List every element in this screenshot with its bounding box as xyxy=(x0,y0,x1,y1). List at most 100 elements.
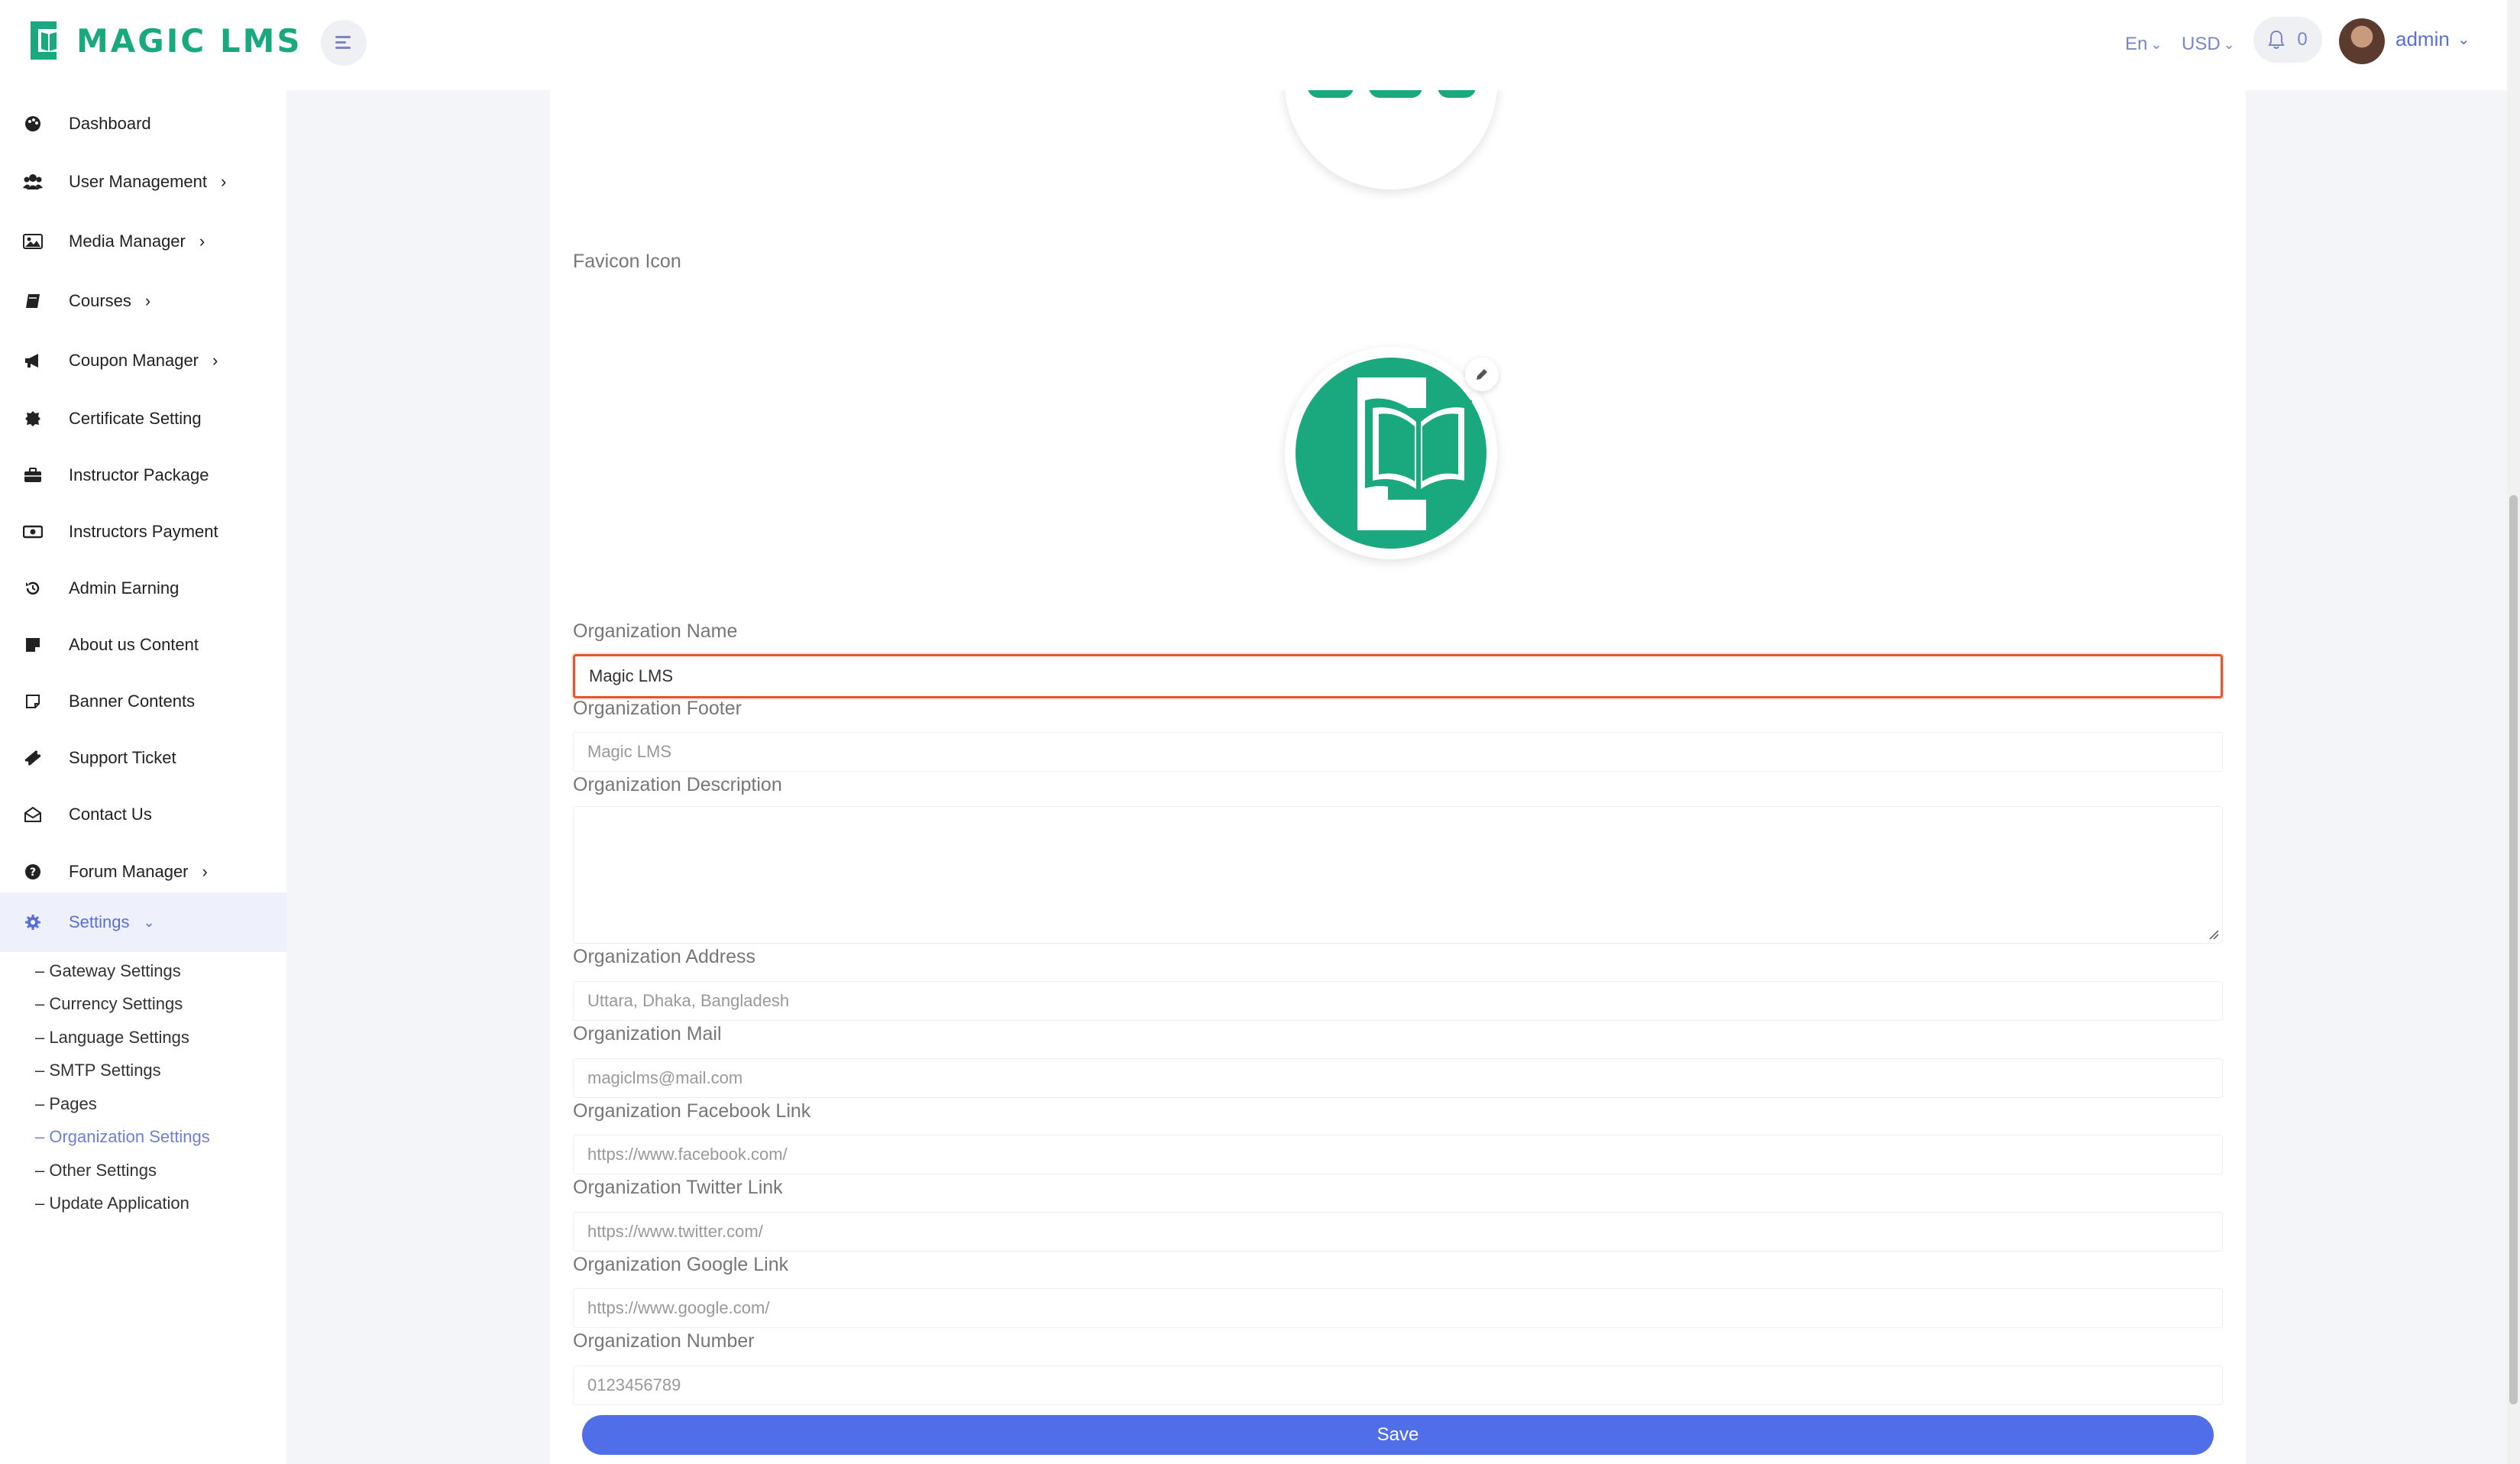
sidebar-item-label: User Management xyxy=(69,172,207,191)
sidebar-item-forum-manager[interactable]: ? Forum Manager › xyxy=(0,845,286,899)
org-footer-label: Organization Footer xyxy=(573,698,742,719)
top-header: MAGIC LMS En ⌄ USD ⌄ 0 admin ⌄ xyxy=(0,0,2507,90)
org-address-input[interactable]: Uttara, Dhaka, Bangladesh xyxy=(573,981,2223,1021)
history-icon xyxy=(23,578,43,598)
org-footer-input[interactable]: Magic LMS xyxy=(573,732,2223,772)
pencil-icon xyxy=(1477,369,1487,380)
sidebar-item-label: About us Content xyxy=(69,635,199,654)
resize-handle-icon[interactable] xyxy=(2208,929,2219,940)
chevron-down-icon: ⌄ xyxy=(2223,36,2235,52)
sidebar-item-banner-contents[interactable]: Banner Contents xyxy=(0,675,286,728)
sidebar-item-admin-earning[interactable]: Admin Earning xyxy=(0,562,286,615)
certificate-icon xyxy=(23,409,43,429)
money-icon xyxy=(23,522,43,542)
gear-icon xyxy=(23,912,43,932)
edit-favicon-button[interactable] xyxy=(1465,358,1499,391)
chevron-right-icon: › xyxy=(212,351,218,370)
notification-button[interactable]: 0 xyxy=(2253,17,2322,63)
submenu-update-application[interactable]: – Update Application xyxy=(35,1194,189,1213)
org-mail-input[interactable]: magiclms@mail.com xyxy=(573,1058,2223,1098)
bell-icon xyxy=(2268,30,2285,49)
currency-value: USD xyxy=(2182,34,2221,54)
ticket-icon xyxy=(23,748,43,768)
submenu-gateway-settings[interactable]: – Gateway Settings xyxy=(35,961,181,981)
sidebar-item-instructors-payment[interactable]: Instructors Payment xyxy=(0,505,286,559)
sidebar-item-label: Courses xyxy=(69,291,131,310)
logo-text: MAGIC LMS xyxy=(76,21,302,60)
org-google-label: Organization Google Link xyxy=(573,1254,789,1275)
sidebar-item-support-ticket[interactable]: Support Ticket xyxy=(0,731,286,785)
svg-text:?: ? xyxy=(30,866,36,879)
chevron-down-icon: ⌄ xyxy=(2457,31,2470,48)
sidebar-item-dashboard[interactable]: Dashboard xyxy=(0,97,286,151)
image-icon xyxy=(23,232,43,251)
submenu-organization-settings[interactable]: – Organization Settings xyxy=(35,1127,210,1147)
sidebar-item-label: Settings xyxy=(69,912,130,931)
sidebar-item-instructor-package[interactable]: Instructor Package xyxy=(0,449,286,502)
submenu-pages[interactable]: – Pages xyxy=(35,1094,97,1114)
chevron-right-icon: › xyxy=(202,862,208,881)
currency-select[interactable]: USD ⌄ xyxy=(2182,34,2235,55)
sidebar-item-label: Contact Us xyxy=(69,805,152,824)
language-value: En xyxy=(2125,34,2148,54)
app-logo[interactable]: MAGIC LMS xyxy=(26,17,302,64)
sidebar-item-label: Certificate Setting xyxy=(69,409,202,428)
chevron-right-icon: › xyxy=(144,291,151,310)
palette-icon xyxy=(23,114,43,134)
sidebar-item-label: Banner Contents xyxy=(69,692,196,711)
user-menu[interactable]: admin ⌄ xyxy=(2395,28,2470,51)
submenu-currency-settings[interactable]: – Currency Settings xyxy=(35,994,183,1014)
org-description-textarea[interactable] xyxy=(573,806,2223,944)
sidebar-item-contact-us[interactable]: Contact Us xyxy=(0,788,286,841)
sidebar-toggle-button[interactable] xyxy=(321,20,367,66)
sidebar-item-label: Instructor Package xyxy=(69,465,209,484)
submenu-other-settings[interactable]: – Other Settings xyxy=(35,1161,157,1181)
org-facebook-label: Organization Facebook Link xyxy=(573,1100,811,1122)
envelope-open-icon xyxy=(23,805,43,824)
megaphone-icon xyxy=(23,351,43,371)
question-circle-icon: ? xyxy=(23,862,43,882)
submenu-smtp-settings[interactable]: – SMTP Settings xyxy=(35,1061,161,1080)
note-icon xyxy=(23,635,43,655)
sidebar-item-certificate-setting[interactable]: Certificate Setting xyxy=(0,392,286,445)
sidebar-item-media-manager[interactable]: Media Manager › xyxy=(0,215,286,268)
org-address-label: Organization Address xyxy=(573,946,756,967)
logo-icon xyxy=(31,21,57,60)
sidebar-item-label: Admin Earning xyxy=(69,578,180,598)
book-icon xyxy=(23,291,43,311)
org-name-label: Organization Name xyxy=(573,620,738,642)
chevron-right-icon: › xyxy=(199,232,205,251)
user-name: admin xyxy=(2395,28,2450,50)
scrollbar-thumb[interactable] xyxy=(2509,495,2518,1404)
org-number-input[interactable]: 0123456789 xyxy=(573,1365,2223,1405)
sidebar-item-courses[interactable]: Courses › xyxy=(0,274,286,328)
save-button[interactable]: Save xyxy=(582,1415,2214,1455)
language-select[interactable]: En ⌄ xyxy=(2125,34,2162,55)
chevron-down-icon: ⌄ xyxy=(143,914,155,930)
org-name-input[interactable]: Magic LMS xyxy=(573,654,2223,698)
chevron-down-icon: ⌄ xyxy=(2150,36,2163,52)
chevron-right-icon: › xyxy=(220,172,227,191)
briefcase-icon xyxy=(23,465,43,485)
favicon-label: Favicon Icon xyxy=(573,251,681,272)
org-description-label: Organization Description xyxy=(573,774,782,795)
users-icon xyxy=(23,172,43,192)
org-twitter-label: Organization Twitter Link xyxy=(573,1177,783,1198)
sidebar-item-user-management[interactable]: User Management › xyxy=(0,155,286,209)
org-facebook-input[interactable]: https://www.facebook.com/ xyxy=(573,1135,2223,1174)
menu-align-icon xyxy=(335,36,351,49)
org-mail-label: Organization Mail xyxy=(573,1023,722,1045)
organization-settings-card xyxy=(550,90,2246,1464)
submenu-language-settings[interactable]: – Language Settings xyxy=(35,1028,189,1048)
sidebar-item-about-us-content[interactable]: About us Content xyxy=(0,618,286,672)
avatar[interactable] xyxy=(2339,18,2385,64)
org-number-label: Organization Number xyxy=(573,1330,755,1352)
sidebar-item-settings[interactable]: Settings ⌄ xyxy=(0,892,286,952)
sidebar-item-coupon-manager[interactable]: Coupon Manager › xyxy=(0,334,286,387)
sidebar: Dashboard User Management › Media Manage… xyxy=(0,90,286,1464)
org-google-input[interactable]: https://www.google.com/ xyxy=(573,1288,2223,1328)
sticky-note-icon xyxy=(23,692,43,711)
org-twitter-input[interactable]: https://www.twitter.com/ xyxy=(573,1212,2223,1252)
sidebar-item-label: Coupon Manager xyxy=(69,351,199,370)
sidebar-item-label: Forum Manager xyxy=(69,862,189,881)
